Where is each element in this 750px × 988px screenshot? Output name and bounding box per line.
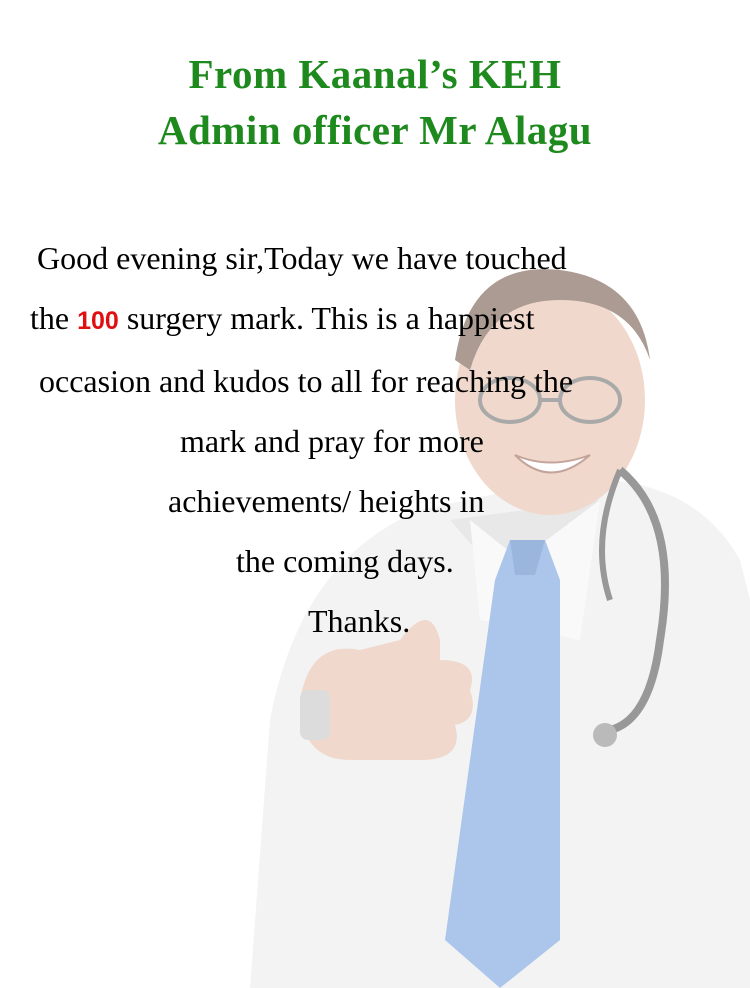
message-line-2-before: the bbox=[30, 300, 70, 336]
heading-line-1: From Kaanal’s KEH bbox=[188, 51, 562, 97]
message-line-5: achievements/ heights in bbox=[168, 483, 485, 519]
heading-line-2: Admin officer Mr Alagu bbox=[157, 107, 593, 153]
message-line-2-after: surgery mark. This is a happiest bbox=[126, 300, 535, 336]
message-line-4: mark and pray for more bbox=[180, 423, 484, 459]
message-line-6: the coming days. bbox=[236, 543, 454, 579]
message-line-2: the 100 surgery mark. This is a happiest bbox=[0, 288, 750, 351]
message-line-3: occasion and kudos to all for reaching t… bbox=[39, 363, 574, 399]
message-body: Good evening sir,Today we have touched t… bbox=[0, 228, 750, 651]
highlight-number: 100 bbox=[77, 307, 119, 335]
message-line-1: Good evening sir,Today we have touched bbox=[37, 240, 567, 276]
heading: From Kaanal’s KEH Admin officer Mr Alagu bbox=[0, 46, 750, 158]
sign-off: Thanks. bbox=[308, 603, 411, 639]
